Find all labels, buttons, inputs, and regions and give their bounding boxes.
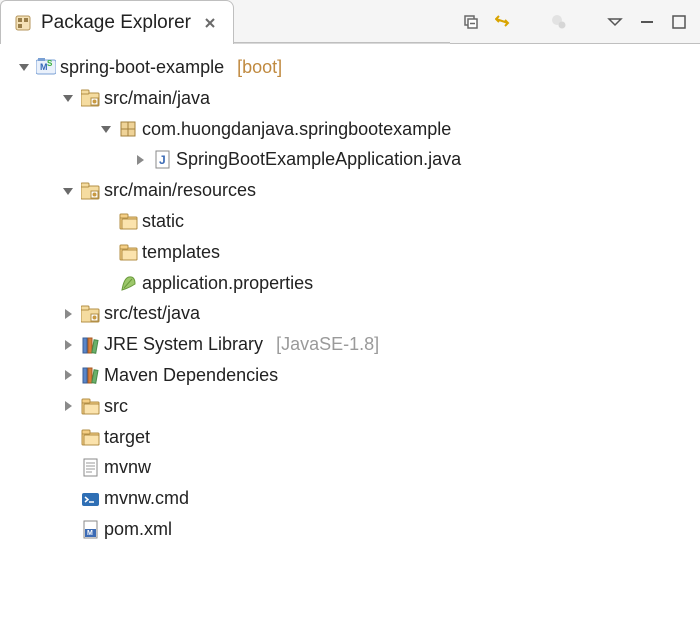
xml-file-icon (80, 519, 100, 539)
tree-app-properties[interactable]: application.properties (4, 268, 700, 299)
tree-project-root[interactable]: spring-boot-example [boot] (4, 52, 700, 83)
node-label: src/main/java (104, 84, 210, 113)
package-icon (118, 119, 138, 139)
node-suffix: [boot] (237, 53, 282, 82)
node-label: target (104, 423, 150, 452)
node-label: mvnw.cmd (104, 484, 189, 513)
node-label: application.properties (142, 269, 313, 298)
arrow-placeholder (98, 275, 114, 291)
library-icon (80, 335, 100, 355)
package-folder-icon (80, 304, 100, 324)
arrow-placeholder (98, 213, 114, 229)
node-label: src (104, 392, 128, 421)
tree-mvnw-cmd-file[interactable]: mvnw.cmd (4, 483, 700, 514)
arrow-placeholder (60, 429, 76, 445)
node-suffix: [JavaSE-1.8] (276, 330, 379, 359)
collapse-all-icon[interactable] (460, 11, 482, 33)
tree-src-main-resources[interactable]: src/main/resources (4, 175, 700, 206)
expand-arrow-icon[interactable] (60, 398, 76, 414)
node-label: static (142, 207, 184, 236)
folder-icon (80, 427, 100, 447)
project-icon (36, 57, 56, 77)
tree-pom-xml[interactable]: pom.xml (4, 514, 700, 545)
node-label: pom.xml (104, 515, 172, 544)
minimize-icon[interactable] (636, 11, 658, 33)
expand-arrow-icon[interactable] (60, 90, 76, 106)
java-file-icon (152, 150, 172, 170)
tree-mvnw-file[interactable]: mvnw (4, 452, 700, 483)
node-label: templates (142, 238, 220, 267)
text-file-icon (80, 458, 100, 478)
focus-task-icon[interactable] (548, 11, 570, 33)
view-toolbar (450, 0, 700, 44)
node-label: SpringBootExampleApplication.java (176, 145, 461, 174)
tree-templates-folder[interactable]: templates (4, 237, 700, 268)
tree-package[interactable]: com.huongdanjava.springbootexample (4, 114, 700, 145)
package-explorer-icon (13, 13, 33, 33)
expand-arrow-icon[interactable] (60, 337, 76, 353)
close-icon[interactable] (199, 12, 221, 34)
library-icon (80, 365, 100, 385)
arrow-placeholder (60, 491, 76, 507)
tree-jre-library[interactable]: JRE System Library [JavaSE-1.8] (4, 329, 700, 360)
folder-icon (118, 211, 138, 231)
tab-title: Package Explorer (41, 12, 191, 34)
expand-arrow-icon[interactable] (132, 152, 148, 168)
package-folder-icon (80, 88, 100, 108)
tree-src-folder[interactable]: src (4, 391, 700, 422)
view-menu-icon[interactable] (604, 11, 626, 33)
tree-maven-deps[interactable]: Maven Dependencies (4, 360, 700, 391)
node-label: com.huongdanjava.springbootexample (142, 115, 451, 144)
tree-target-folder[interactable]: target (4, 422, 700, 453)
properties-file-icon (118, 273, 138, 293)
arrow-placeholder (98, 244, 114, 260)
node-label: Maven Dependencies (104, 361, 278, 390)
folder-icon (80, 396, 100, 416)
expand-arrow-icon[interactable] (60, 306, 76, 322)
node-label: mvnw (104, 453, 151, 482)
arrow-placeholder (60, 521, 76, 537)
tab-bar: Package Explorer (0, 0, 700, 44)
expand-arrow-icon[interactable] (16, 59, 32, 75)
folder-icon (118, 242, 138, 262)
expand-arrow-icon[interactable] (60, 367, 76, 383)
expand-arrow-icon[interactable] (60, 183, 76, 199)
tree-java-file[interactable]: SpringBootExampleApplication.java (4, 144, 700, 175)
package-folder-icon (80, 181, 100, 201)
tree-static-folder[interactable]: static (4, 206, 700, 237)
link-with-editor-icon[interactable] (492, 11, 514, 33)
tree-src-test-java[interactable]: src/test/java (4, 298, 700, 329)
node-label: JRE System Library (104, 330, 263, 359)
maximize-icon[interactable] (668, 11, 690, 33)
node-label: src/test/java (104, 299, 200, 328)
node-label: spring-boot-example (60, 53, 224, 82)
arrow-placeholder (60, 460, 76, 476)
cmd-file-icon (80, 489, 100, 509)
expand-arrow-icon[interactable] (98, 121, 114, 137)
tree-src-main-java[interactable]: src/main/java (4, 83, 700, 114)
node-label: src/main/resources (104, 176, 256, 205)
project-tree: spring-boot-example [boot] src/main/java… (0, 44, 700, 545)
tab-package-explorer[interactable]: Package Explorer (0, 0, 234, 44)
